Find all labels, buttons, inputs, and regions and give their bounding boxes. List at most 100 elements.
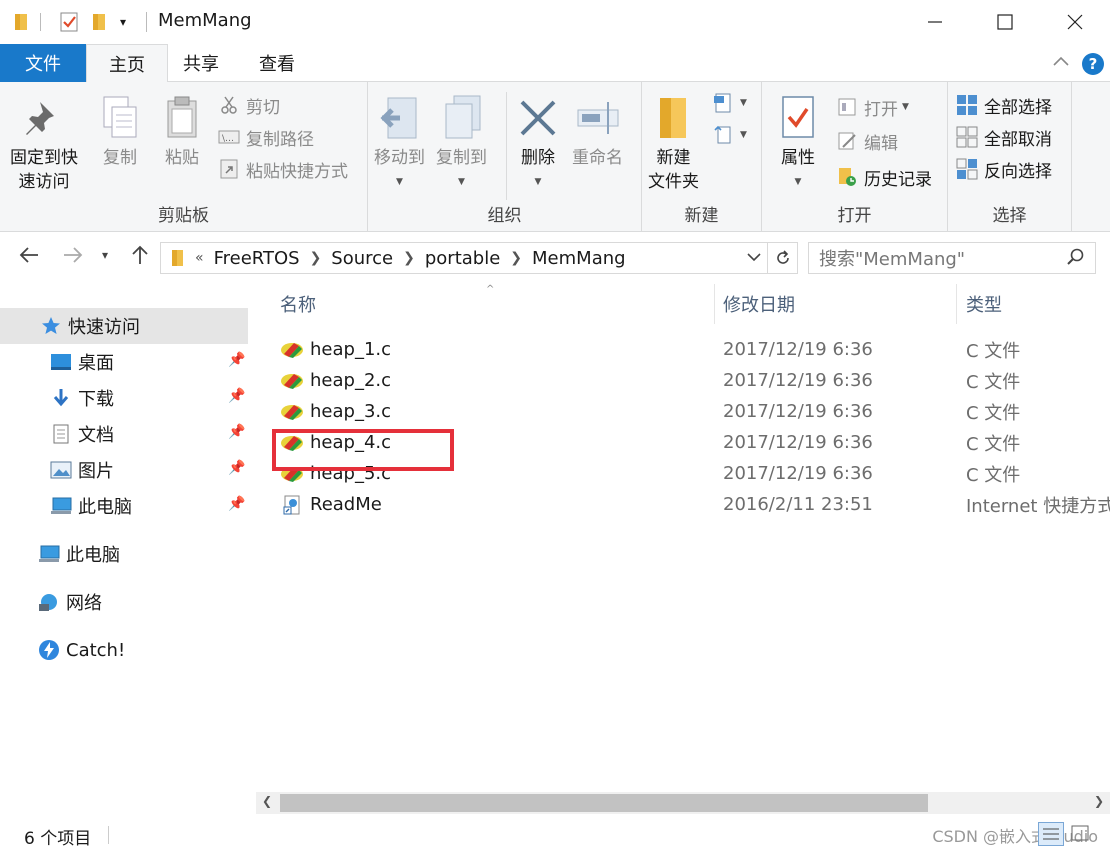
file-type: C 文件 (966, 433, 1021, 455)
refresh-button[interactable] (767, 243, 797, 273)
file-type: C 文件 (966, 402, 1021, 424)
table-row[interactable]: ReadMe 2016/2/11 23:51 Internet 快捷方式 (262, 489, 1110, 520)
recent-locations-icon[interactable]: ▾ (102, 248, 108, 262)
tab-file[interactable]: 文件 (0, 44, 86, 82)
nav-catch-label: Catch! (66, 639, 126, 661)
nav-quick-access[interactable]: 快速访问 (0, 308, 248, 344)
easy-access-button[interactable]: ▼ (712, 120, 747, 150)
breadcrumb-freertos[interactable]: FreeRTOS (214, 248, 300, 269)
customize-toolbar-icon[interactable]: ▾ (120, 10, 126, 34)
paste-icon (160, 92, 204, 144)
edit-label: 编辑 (864, 133, 898, 154)
back-button[interactable] (18, 244, 40, 271)
chevron-right-icon[interactable]: ❯ (510, 250, 522, 266)
new-folder-label-2: 文件夹 (648, 172, 699, 192)
move-to-button[interactable]: 移动到 ▼ (374, 92, 425, 194)
search-input[interactable]: 搜索"MemMang" (808, 242, 1096, 274)
column-header-name[interactable]: 名称 (280, 284, 316, 324)
column-divider[interactable] (956, 284, 957, 324)
details-view-button[interactable] (1038, 822, 1064, 846)
address-bar[interactable]: « FreeRTOS ❯ Source ❯ portable ❯ MemMang (160, 242, 798, 274)
tab-view[interactable]: 查看 (244, 44, 310, 82)
table-row[interactable]: heap_1.c 2017/12/19 6:36 C 文件 (262, 334, 1110, 365)
properties-quick-icon[interactable] (58, 10, 80, 34)
properties-label: 属性 (781, 148, 815, 168)
c-file-icon (281, 342, 303, 358)
pin-icon[interactable]: 📌 (228, 460, 245, 476)
minimize-icon (928, 21, 942, 23)
address-dropdown-icon[interactable] (747, 250, 761, 268)
invert-selection-button[interactable]: 反向选择 (956, 154, 1052, 184)
forward-button[interactable] (62, 244, 84, 271)
new-item-button[interactable]: ▼ (712, 88, 747, 118)
pin-icon[interactable]: 📌 (228, 388, 245, 404)
chevron-right-icon[interactable]: ❯ (310, 250, 322, 266)
navigation-pane: 快速访问 桌面 📌 下载 📌 文档 📌 图片 📌 此电脑 📌 此电脑 网络 Ca… (0, 290, 256, 810)
search-placeholder: 搜索"MemMang" (819, 249, 966, 270)
copy-path-button[interactable]: \… 复制路径 (218, 122, 314, 152)
delete-button[interactable]: 删除 ▼ (516, 92, 560, 194)
new-folder-button[interactable]: 新建 文件夹 (648, 92, 699, 194)
collapse-ribbon-icon[interactable] (1052, 52, 1070, 71)
large-icons-view-button[interactable] (1068, 822, 1094, 846)
file-type: Internet 快捷方式 (966, 495, 1110, 517)
column-header-date[interactable]: 修改日期 (723, 284, 795, 324)
tab-home[interactable]: 主页 (86, 44, 168, 83)
copy-path-icon: \… (218, 126, 240, 148)
scroll-left-icon[interactable]: ❮ (262, 794, 272, 808)
select-none-button[interactable]: 全部取消 (956, 122, 1052, 152)
folder-icon (14, 10, 30, 34)
horizontal-scrollbar[interactable]: ❮ ❯ (256, 792, 1110, 814)
history-button[interactable]: 历史记录 (836, 162, 932, 192)
breadcrumb-memmang[interactable]: MemMang (532, 248, 626, 269)
new-folder-quick-icon[interactable] (92, 10, 108, 34)
nav-item-documents[interactable]: 文档 (50, 416, 114, 452)
paste-shortcut-button[interactable]: 粘贴快捷方式 (218, 154, 348, 184)
properties-button[interactable]: 属性 ▼ (776, 92, 820, 194)
help-icon[interactable]: ? (1082, 53, 1104, 75)
nav-this-pc-label: 此电脑 (66, 545, 120, 566)
organize-divider (506, 92, 507, 200)
chevron-right-icon[interactable]: ❯ (403, 250, 415, 266)
internet-shortcut-icon (283, 495, 300, 514)
rename-button[interactable]: 重命名 (572, 92, 623, 170)
minimize-button[interactable] (900, 0, 970, 44)
nav-item-pictures[interactable]: 图片 (50, 452, 114, 488)
pin-icon[interactable]: 📌 (228, 352, 245, 368)
pin-label-2: 速访问 (18, 172, 70, 192)
breadcrumb-portable[interactable]: portable (425, 248, 500, 269)
nav-network[interactable]: 网络 (38, 584, 102, 620)
tab-share[interactable]: 共享 (168, 44, 234, 82)
paste-button[interactable]: 粘贴 (160, 92, 204, 170)
up-button[interactable] (130, 244, 150, 271)
scroll-right-icon[interactable]: ❯ (1094, 794, 1104, 808)
close-button[interactable] (1040, 0, 1110, 44)
nav-item-this-pc[interactable]: 此电脑 (50, 488, 132, 524)
file-name: heap_3.c (310, 401, 392, 422)
maximize-button[interactable] (970, 0, 1040, 44)
cut-button[interactable]: 剪切 (218, 90, 280, 120)
nav-item-desktop[interactable]: 桌面 (50, 344, 114, 380)
nav-this-pc[interactable]: 此电脑 (38, 536, 120, 572)
scroll-thumb[interactable] (280, 794, 928, 812)
nav-item-downloads[interactable]: 下载 (50, 380, 114, 416)
pin-icon[interactable]: 📌 (228, 424, 245, 440)
table-row[interactable]: heap_3.c 2017/12/19 6:36 C 文件 (262, 396, 1110, 427)
star-icon (40, 316, 62, 336)
copy-to-label: 复制到 (436, 148, 487, 168)
properties-dropdown-icon: ▼ (794, 177, 802, 187)
overflow-icon[interactable]: « (195, 250, 204, 266)
column-header-type[interactable]: 类型 (966, 284, 1002, 324)
select-all-button[interactable]: 全部选择 (956, 90, 1052, 120)
breadcrumb-source[interactable]: Source (331, 248, 393, 269)
edit-button[interactable]: 编辑 (836, 126, 898, 156)
column-divider[interactable] (714, 284, 715, 324)
copy-button[interactable]: 复制 (98, 92, 142, 170)
history-icon (836, 166, 858, 188)
open-button[interactable]: 打开 ▼ (836, 92, 909, 122)
pin-icon[interactable]: 📌 (228, 496, 245, 512)
table-row[interactable]: heap_2.c 2017/12/19 6:36 C 文件 (262, 365, 1110, 396)
nav-catch[interactable]: Catch! (38, 632, 125, 668)
pin-to-quick-access-button[interactable]: 固定到快 速访问 (10, 92, 78, 194)
copy-to-button[interactable]: 复制到 ▼ (436, 92, 487, 194)
